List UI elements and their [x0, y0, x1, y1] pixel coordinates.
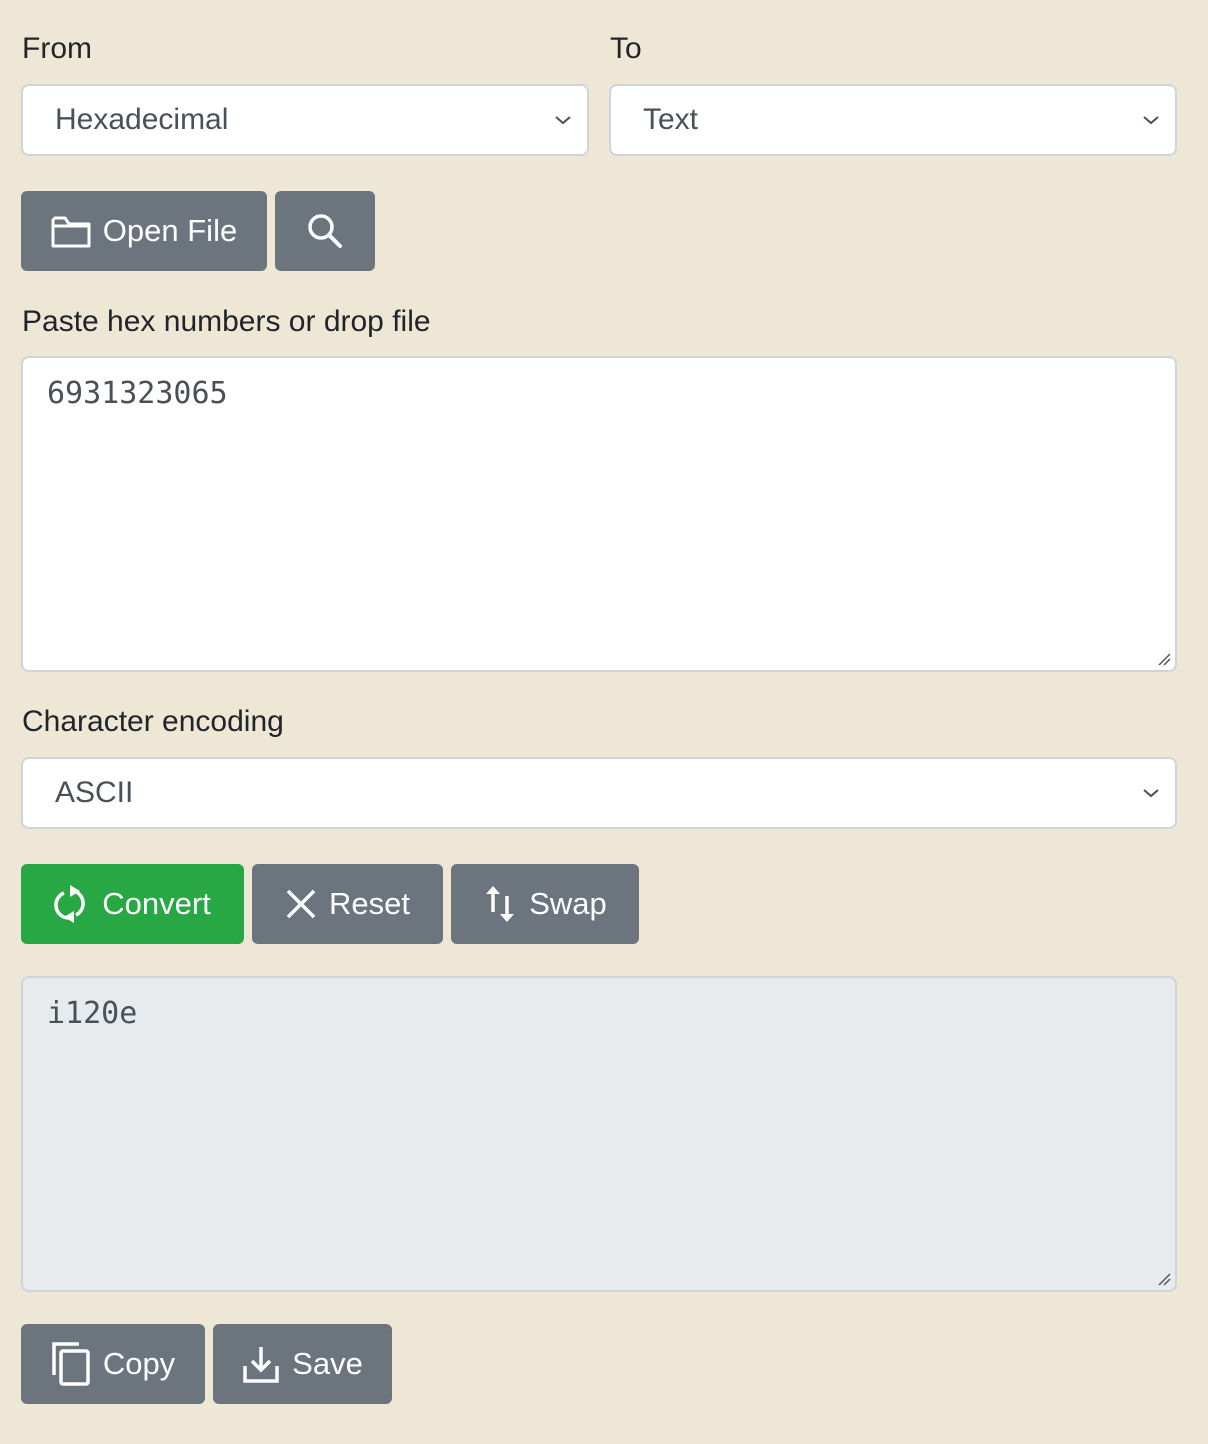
reset-label: Reset — [329, 886, 410, 921]
text-output-textarea[interactable]: i120e — [21, 976, 1177, 1292]
swap-button[interactable]: Swap — [451, 864, 639, 944]
search-button[interactable] — [275, 191, 375, 271]
swap-vertical-icon — [486, 886, 515, 922]
resize-handle-icon[interactable] — [1157, 652, 1171, 666]
to-label: To — [610, 32, 642, 65]
swap-label: Swap — [529, 886, 607, 921]
close-icon — [286, 889, 316, 919]
encoding-select[interactable]: ASCII — [21, 757, 1177, 829]
hex-input-value: 6931323065 — [47, 376, 228, 411]
copy-label: Copy — [102, 1346, 176, 1381]
search-icon — [308, 214, 342, 248]
from-label: From — [22, 32, 92, 65]
text-output-value: i120e — [47, 996, 138, 1031]
chevron-down-icon — [1143, 116, 1159, 125]
input-label: Paste hex numbers or drop file — [22, 305, 431, 338]
save-button[interactable]: Save — [213, 1324, 392, 1404]
convert-label: Convert — [102, 886, 211, 921]
reset-button[interactable]: Reset — [252, 864, 443, 944]
convert-button[interactable]: Convert — [21, 864, 244, 944]
to-select[interactable]: Text — [609, 84, 1177, 156]
save-label: Save — [292, 1346, 363, 1381]
open-file-button[interactable]: Open File — [21, 191, 267, 271]
open-file-label: Open File — [102, 213, 238, 248]
refresh-icon — [54, 885, 86, 923]
download-icon — [243, 1347, 279, 1383]
copy-button[interactable]: Copy — [21, 1324, 205, 1404]
chevron-down-icon — [1143, 789, 1159, 798]
folder-icon — [51, 216, 91, 248]
hex-input-textarea[interactable]: 6931323065 — [21, 356, 1177, 672]
copy-icon — [52, 1342, 90, 1386]
encoding-label: Character encoding — [22, 705, 284, 738]
to-select-value: Text — [643, 103, 699, 136]
encoding-select-value: ASCII — [55, 776, 134, 809]
resize-handle-icon[interactable] — [1157, 1272, 1171, 1286]
from-select-value: Hexadecimal — [55, 103, 229, 136]
chevron-down-icon — [555, 116, 571, 125]
from-select[interactable]: Hexadecimal — [21, 84, 589, 156]
